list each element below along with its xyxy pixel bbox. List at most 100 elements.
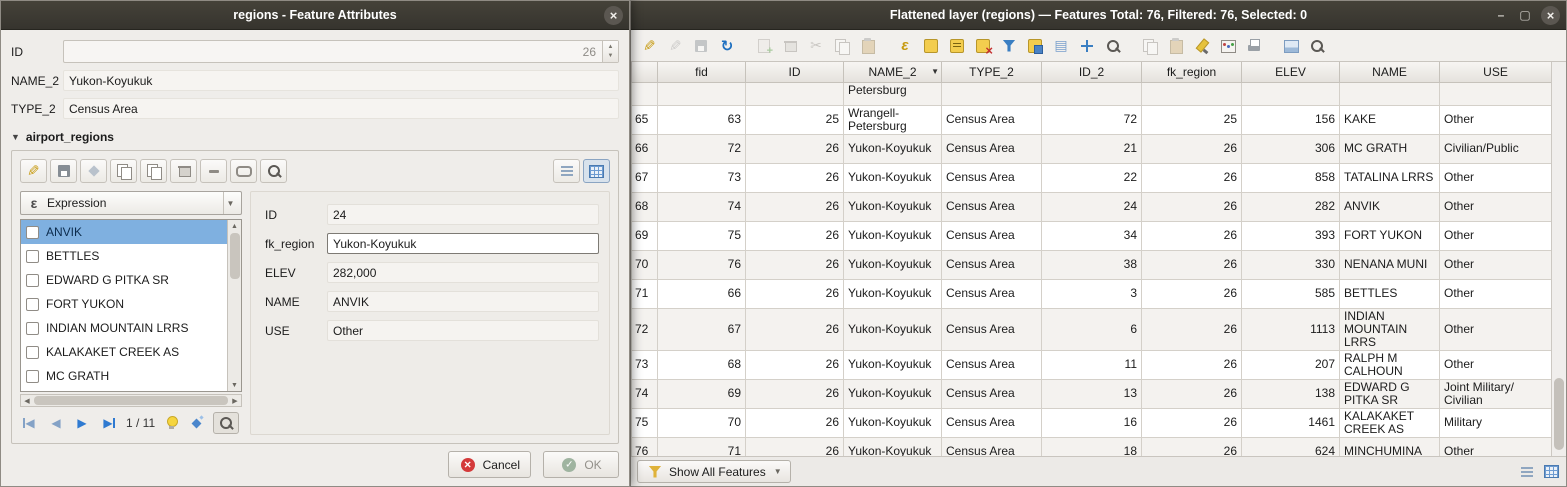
type2-field[interactable]: Census Area (63, 98, 619, 119)
add-feature-button[interactable] (752, 34, 776, 58)
table-cell[interactable]: 858 (1242, 163, 1340, 192)
table-cell[interactable]: Other (1440, 192, 1552, 221)
table-cell[interactable]: Other (1440, 163, 1552, 192)
table-cell[interactable]: 393 (1242, 221, 1340, 250)
table-cell[interactable]: Census Area (942, 105, 1042, 134)
table-cell[interactable]: 71 (658, 437, 746, 456)
column-header[interactable]: fid (658, 62, 746, 82)
row-number[interactable]: 74 (632, 379, 658, 408)
feature-list-item[interactable]: MC GRATH (21, 364, 227, 388)
table-cell[interactable]: 26 (746, 279, 844, 308)
table-cell[interactable]: 66 (658, 279, 746, 308)
row-number[interactable]: 66 (632, 134, 658, 163)
table-cell[interactable]: 26 (1142, 379, 1242, 408)
cut-button[interactable] (804, 34, 828, 58)
table-cell[interactable]: 26 (746, 379, 844, 408)
toggle-editing-button[interactable] (637, 34, 661, 58)
conditional-formatting-button[interactable] (1190, 34, 1214, 58)
chevron-down-icon[interactable]: ▼ (223, 192, 237, 214)
row-number[interactable]: 69 (632, 221, 658, 250)
table-cell[interactable] (1242, 82, 1340, 105)
table-cell[interactable]: Census Area (942, 437, 1042, 456)
row-number[interactable]: 68 (632, 192, 658, 221)
feature-list-item[interactable]: BETTLES (21, 244, 227, 268)
table-cell[interactable]: 26 (746, 192, 844, 221)
column-header[interactable]: ELEV (1242, 62, 1340, 82)
field-fk-region[interactable]: Yukon-Koyukuk (327, 233, 599, 254)
column-header[interactable]: ID_2 (1042, 62, 1142, 82)
table-cell[interactable]: 26 (1142, 134, 1242, 163)
table-cell[interactable]: Joint Military/ Civilian (1440, 379, 1552, 408)
deselect-all-button[interactable] (971, 34, 995, 58)
table-cell[interactable]: Census Area (942, 163, 1042, 192)
table-cell[interactable]: 26 (1142, 308, 1242, 350)
table-cell[interactable]: 282 (1242, 192, 1340, 221)
highlight-feature-icon[interactable] (163, 414, 181, 432)
scroll-down-icon[interactable]: ▼ (231, 379, 238, 391)
table-cell[interactable]: 26 (746, 350, 844, 379)
table-cell[interactable]: Census Area (942, 221, 1042, 250)
row-number[interactable]: 75 (632, 408, 658, 437)
table-cell[interactable]: Yukon-Koyukuk (844, 308, 942, 350)
row-number-header[interactable] (632, 62, 658, 82)
table-cell[interactable]: 26 (1142, 192, 1242, 221)
table-cell[interactable]: 26 (746, 437, 844, 456)
table-cell[interactable]: Other (1440, 105, 1552, 134)
table-cell[interactable]: KALAKAKET CREEK AS (1340, 408, 1440, 437)
table-cell[interactable]: 11 (1042, 350, 1142, 379)
row-number[interactable]: 71 (632, 279, 658, 308)
table-cell[interactable]: 585 (1242, 279, 1340, 308)
spinner-buttons[interactable]: ▲▼ (602, 41, 618, 62)
last-feature-button[interactable]: ▶ (98, 413, 118, 433)
column-header[interactable]: TYPE_2 (942, 62, 1042, 82)
autofill-icon[interactable] (187, 414, 205, 432)
feature-list-item[interactable]: KALAKAKET CREEK AS (21, 340, 227, 364)
table-cell[interactable] (1142, 82, 1242, 105)
table-view-switch-icon[interactable] (1542, 463, 1560, 481)
table-cell[interactable]: 74 (658, 192, 746, 221)
scrollbar-thumb[interactable] (230, 233, 240, 279)
table-cell[interactable]: NENANA MUNI (1340, 250, 1440, 279)
minimize-icon[interactable]: – (1493, 8, 1509, 22)
table-cell[interactable]: 72 (658, 134, 746, 163)
table-cell[interactable]: EDWARD G PITKA SR (1340, 379, 1440, 408)
next-feature-button[interactable]: ▶ (72, 413, 92, 433)
list-horizontal-scrollbar[interactable]: ◀ ▶ (20, 394, 242, 407)
table-cell[interactable]: 26 (1142, 437, 1242, 456)
table-cell[interactable] (658, 82, 746, 105)
move-to-top-button[interactable] (1049, 34, 1073, 58)
table-cell[interactable]: Other (1440, 350, 1552, 379)
column-header[interactable]: NAME_2▼ (844, 62, 942, 82)
table-cell[interactable]: Other (1440, 308, 1552, 350)
zoom-to-feature-button[interactable] (260, 159, 287, 183)
scroll-right-icon[interactable]: ▶ (229, 397, 241, 405)
field-id[interactable]: 24 (327, 204, 599, 225)
table-cell[interactable]: 26 (1142, 163, 1242, 192)
paste-button[interactable] (856, 34, 880, 58)
table-cell[interactable]: 26 (1142, 408, 1242, 437)
table-cell[interactable]: 67 (658, 308, 746, 350)
table-cell[interactable]: Census Area (942, 408, 1042, 437)
table-cell[interactable]: 26 (1142, 350, 1242, 379)
row-number[interactable]: 72 (632, 308, 658, 350)
row-number[interactable]: 67 (632, 163, 658, 192)
row-number[interactable] (632, 82, 658, 105)
table-cell[interactable]: 624 (1242, 437, 1340, 456)
previous-feature-button[interactable]: ◀ (46, 413, 66, 433)
feature-list-item[interactable]: INDIAN MOUNTAIN LRRS (21, 316, 227, 340)
checkbox[interactable] (26, 322, 39, 335)
table-cell[interactable]: 13 (1042, 379, 1142, 408)
spin-up-icon[interactable]: ▲ (608, 43, 614, 51)
table-cell[interactable]: RALPH M CALHOUN (1340, 350, 1440, 379)
checkbox[interactable] (26, 250, 39, 263)
table-cell[interactable]: Military (1440, 408, 1552, 437)
table-cell[interactable]: 72 (1042, 105, 1142, 134)
table-cell[interactable]: 25 (746, 105, 844, 134)
table-cell[interactable] (1440, 82, 1552, 105)
table-cell[interactable]: 73 (658, 163, 746, 192)
feature-list-item[interactable]: ANVIK (21, 220, 227, 244)
feature-list-item[interactable]: FORT YUKON (21, 292, 227, 316)
close-icon[interactable]: × (604, 6, 623, 25)
table-cell[interactable]: 3 (1042, 279, 1142, 308)
table-cell[interactable]: 330 (1242, 250, 1340, 279)
